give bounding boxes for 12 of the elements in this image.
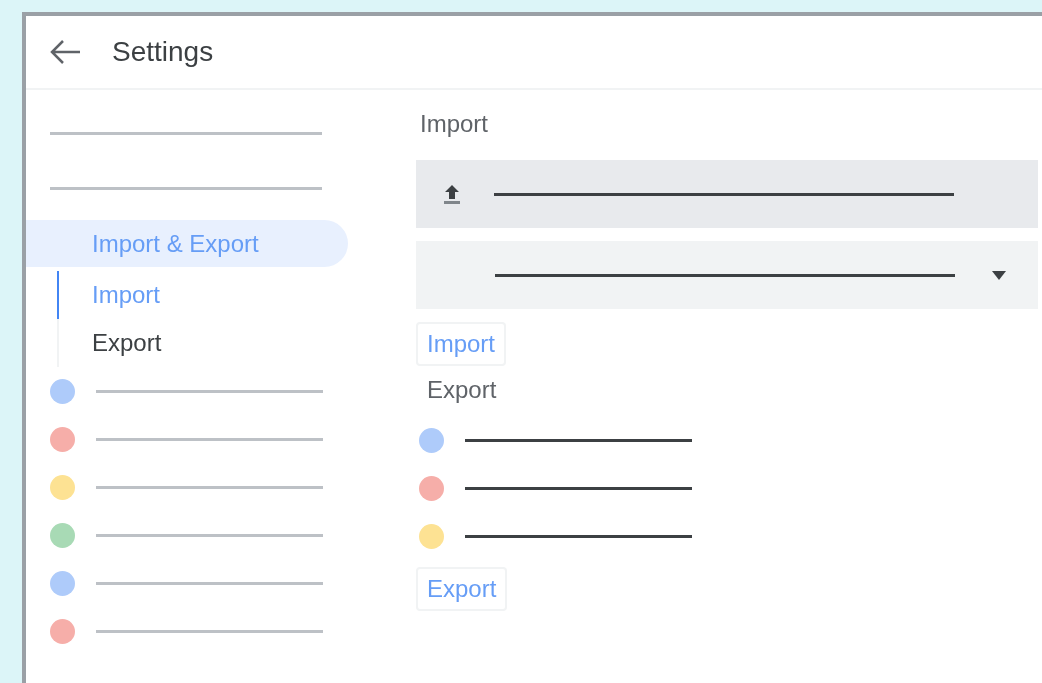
sidebar-item[interactable]: Import & Export [26, 220, 348, 267]
upload-icon [442, 183, 462, 205]
dropdown-field[interactable] [416, 241, 1038, 309]
sidebar-subitem[interactable]: Import [57, 271, 259, 319]
section-heading: Export [426, 376, 498, 405]
import-button[interactable]: Import [416, 322, 506, 366]
file-field[interactable] [416, 160, 1038, 228]
page-title: Settings [112, 36, 214, 68]
caret-icon [991, 269, 1007, 281]
section-heading: Import [419, 110, 489, 139]
export-button[interactable]: Export [416, 567, 508, 611]
sidebar-subitem[interactable]: Export [57, 319, 259, 367]
